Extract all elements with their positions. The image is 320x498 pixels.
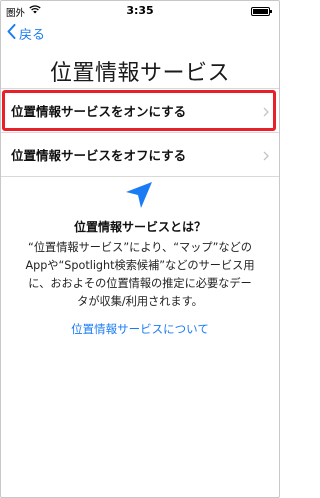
info-line: Appや“Spotlight検索候補”などのサービス用: [25, 259, 255, 272]
info-line: “位置情報サービス”により、“マップ”などの: [28, 241, 252, 254]
chevron-right-icon: [263, 149, 269, 164]
option-label: 位置情報サービスをオンにする: [11, 104, 187, 119]
divider: [1, 176, 279, 177]
phone-screen: 圏外 3:35 戻る 位置情報サービス 位置情報サービスをオンにする 位置情報サ…: [0, 0, 280, 498]
location-arrow-icon: [124, 181, 154, 213]
location-options-list: 位置情報サービスをオンにする 位置情報サービスをオフにする: [1, 88, 279, 177]
battery-icon: [251, 7, 273, 19]
about-location-services-link[interactable]: 位置情報サービスについて: [1, 321, 279, 337]
option-label: 位置情報サービスをオフにする: [11, 148, 187, 163]
back-chevron-icon: [7, 23, 16, 43]
navigation-bar: 戻る: [1, 21, 279, 45]
info-line: タが収集/利用されます。: [77, 295, 203, 308]
chevron-right-icon: [263, 105, 269, 120]
status-time: 3:35: [126, 4, 154, 17]
info-heading: 位置情報サービスとは？: [73, 220, 206, 234]
page-title: 位置情報サービス: [49, 61, 230, 86]
info-line: に、おおよその位置情報の推定に必要なデー: [28, 277, 252, 290]
back-label: 戻る: [19, 27, 46, 43]
status-bar: 圏外 3:35: [1, 1, 279, 21]
turn-on-location-services-button[interactable]: 位置情報サービスをオンにする: [1, 89, 279, 132]
info-description: “位置情報サービス”により、“マップ”などの Appや“Spotlight検索候…: [11, 239, 269, 311]
back-button[interactable]: 戻る: [7, 23, 45, 43]
turn-off-location-services-button[interactable]: 位置情報サービスをオフにする: [1, 133, 279, 176]
